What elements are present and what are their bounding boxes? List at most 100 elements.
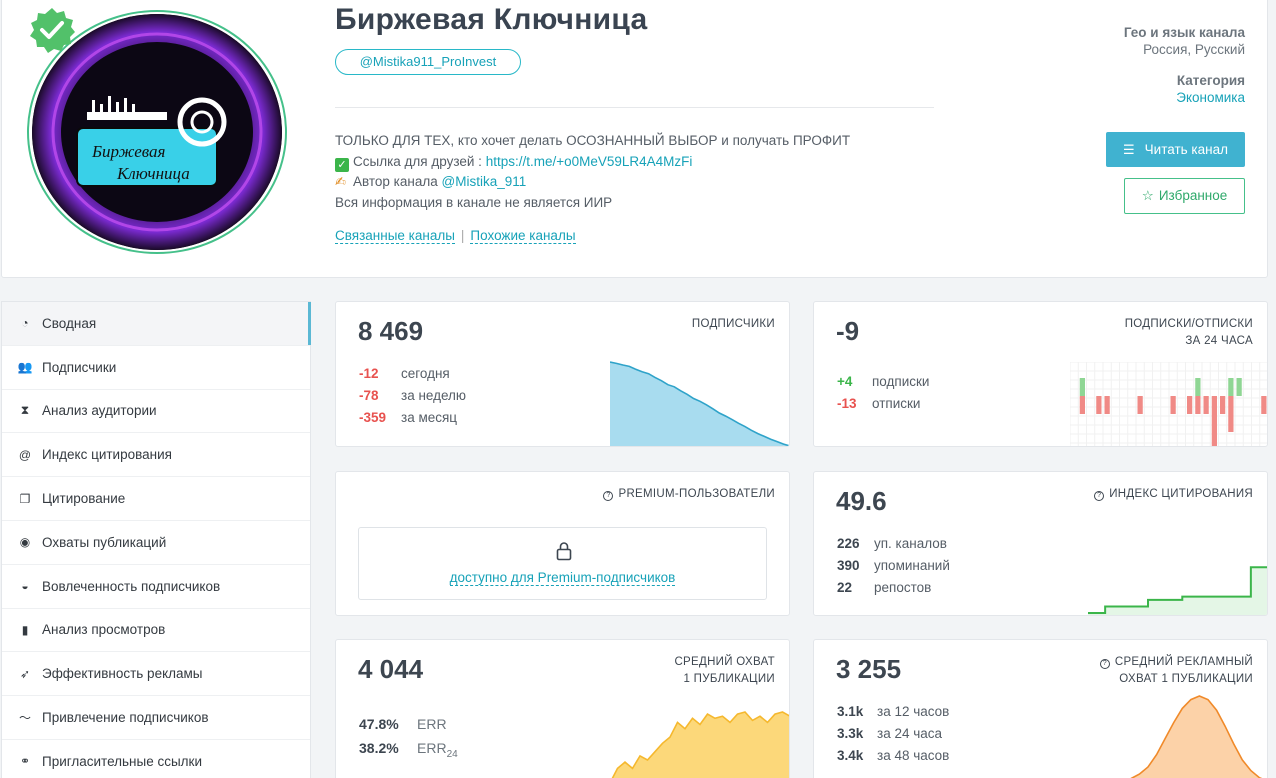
subs-unsubs-caption-line2: ЗА 24 ЧАСА: [1185, 335, 1253, 347]
unsubs-bar: [1211, 396, 1217, 446]
subscribers-month-value: -359: [359, 410, 387, 425]
related-links: Связанные каналы | Похожие каналы: [335, 228, 576, 244]
citation-reposts-label: репостов: [874, 580, 932, 595]
lock-icon: [556, 542, 572, 561]
read-channel-button[interactable]: ☰ Читать канал: [1106, 132, 1245, 167]
citation-caption: ? ИНДЕКС ЦИТИРОВАНИЯ: [1094, 486, 1253, 503]
sidebar-nav: ◔ Сводная 👥 Подписчики ⧗ Анализ аудитории @ Инд…: [1, 301, 311, 778]
ad-reach-12h-value: 3.1k: [837, 704, 864, 719]
sidebar-item-6[interactable]: ◉ Охваты публикаций: [2, 521, 310, 565]
favorite-label: Избранное: [1158, 188, 1228, 203]
related-channels-link[interactable]: Связанные каналы: [335, 228, 455, 244]
reach-chart: [611, 711, 789, 778]
err-value: 47.8%: [359, 716, 399, 732]
description-line-4: Вся информация в канале не является ИИР: [335, 194, 613, 210]
ad-reach-48h-value: 3.4k: [837, 748, 864, 763]
trend-icon: 〜: [18, 711, 31, 726]
category-link[interactable]: Экономика: [1124, 90, 1245, 105]
subs-unsubs-net: -9: [836, 316, 860, 346]
sidebar-item-2[interactable]: 👥 Подписчики: [2, 346, 310, 390]
citation-mentions-label: упоминаний: [874, 558, 950, 573]
premium-locked-link[interactable]: доступно для Premium-подписчиков: [449, 570, 676, 586]
info-icon[interactable]: ?: [1094, 491, 1105, 501]
description-line-1: ТОЛЬКО ДЛЯ ТЕХ, кто хочет делать ОСОЗНАН…: [335, 133, 851, 148]
sidebar-item-7[interactable]: ◒ Вовлеченность подписчиков: [2, 565, 310, 609]
reach-caption: СРЕДНИЙ ОХВАТ 1 ПУБЛИКАЦИИ: [674, 654, 775, 688]
sidebar-item-11[interactable]: ⚭ Пригласительные ссылки: [2, 740, 310, 778]
citation-index-value: 49.6: [836, 486, 887, 516]
bar-chart-icon: ▮: [21, 622, 29, 637]
subs-bar: [1195, 378, 1201, 396]
citation-index-chart: [1088, 528, 1267, 615]
sidebar-item-4[interactable]: @ Индекс цитирования: [2, 433, 310, 478]
premium-card: ? PREMIUM-ПОЛЬЗОВАТЕЛИ доступно для Premi…: [335, 471, 790, 616]
engagement-icon: ◒: [21, 579, 29, 594]
sidebar-item-label: Цитирование: [42, 491, 126, 507]
citation-reposts-value: 22: [837, 580, 853, 595]
friends-link[interactable]: https://t.me/+o0MeV59LR4A4MzFi: [486, 154, 693, 169]
category-label: Категория: [1176, 73, 1245, 88]
ad-reach-caption-line1-text: СРЕДНИЙ РЕКЛАМНЫЙ: [1114, 656, 1253, 668]
unsubs-bar: [1261, 396, 1267, 414]
geo-label: Гео и язык канала: [1123, 25, 1245, 40]
citation-channels-row: 226 уп. каналов: [837, 536, 947, 551]
writing-hand-icon: ✍: [335, 174, 346, 189]
check-mark-icon: ✓: [335, 157, 349, 172]
premium-caption: ? PREMIUM-ПОЛЬЗОВАТЕЛИ: [603, 486, 775, 503]
err-row: 47.8% ERR: [359, 716, 447, 732]
subscribers-today-value: -12: [359, 366, 379, 381]
users-icon: 👥: [17, 360, 33, 375]
unsubs-bar: [1228, 396, 1234, 432]
sidebar-item-8[interactable]: ▮ Анализ просмотров: [2, 609, 310, 653]
verified-badge-icon: [30, 8, 75, 53]
subs-unsubs-card: -9 ПОДПИСКИ/ОТПИСКИ ЗА 24 ЧАСА +4 подписки…: [813, 301, 1268, 447]
author-link[interactable]: @Mistika_911: [442, 174, 527, 189]
reach-caption-line2: 1 ПУБЛИКАЦИИ: [683, 673, 775, 685]
subscribers-week-value: -78: [359, 388, 379, 403]
description-line-2: ✓ Ссылка для друзей : https://t.me/+o0MeV…: [335, 152, 850, 173]
unsubs-label: отписки: [872, 396, 921, 411]
info-icon[interactable]: ?: [603, 491, 614, 501]
ad-reach-24h-row: 3.3k за 24 часа: [837, 726, 942, 741]
channel-username-link[interactable]: @Mistika911_ProInvest: [335, 49, 521, 75]
sidebar-item-5[interactable]: ❐ Цитирование: [2, 477, 310, 521]
subscribers-trend-chart: [610, 361, 789, 446]
sidebar-item-label: Сводная: [42, 315, 97, 331]
similar-channels-link[interactable]: Похожие каналы: [470, 228, 576, 244]
sidebar-item-1[interactable]: ◔ Сводная: [2, 302, 311, 346]
subs-unsubs-bar-chart: [1070, 362, 1267, 446]
info-icon[interactable]: ?: [1099, 659, 1110, 669]
err-label: ERR: [417, 716, 447, 732]
sidebar-item-label: Анализ аудитории: [42, 403, 157, 419]
subs-row: +4 подписки: [837, 374, 929, 389]
citation-mentions-value: 390: [837, 558, 860, 573]
channel-title: Биржевая Ключница: [335, 3, 648, 36]
ad-reach-12h-label: за 12 часов: [877, 704, 950, 719]
unsubs-bar: [1104, 396, 1110, 414]
ad-reach-caption: ? СРЕДНИЙ РЕКЛАМНЫЙ ОХВАТ 1 ПУБЛИКАЦИИ: [1099, 654, 1253, 688]
rocket-icon: ➶: [19, 666, 31, 681]
unsubs-bar: [1137, 396, 1143, 414]
err24-value: 38.2%: [359, 740, 399, 756]
subscribers-series-area: [610, 362, 789, 446]
read-channel-label: Читать канал: [1144, 142, 1228, 157]
sidebar-item-label: Анализ просмотров: [42, 622, 166, 638]
geo-value: Россия, Русский: [1143, 42, 1245, 57]
favorite-button[interactable]: ☆ Избранное: [1124, 178, 1245, 214]
sidebar-item-label: Вовлеченность подписчиков: [42, 578, 221, 594]
unsubs-bar: [1096, 396, 1102, 414]
ad-reach-48h-row: 3.4k за 48 часов: [837, 748, 949, 763]
ad-reach-series-area: [1132, 696, 1261, 778]
link-icon: ⚭: [19, 754, 31, 769]
author-label: Автор канала: [353, 174, 442, 189]
sidebar-item-9[interactable]: ➶ Эффективность рекламы: [2, 652, 310, 697]
subscribers-caption: ПОДПИСЧИКИ: [691, 318, 775, 330]
friends-link-label: Ссылка для друзей :: [353, 153, 486, 169]
sidebar-item-label: Подписчики: [42, 359, 117, 375]
citation-caption-text: ИНДЕКС ЦИТИРОВАНИЯ: [1109, 488, 1253, 500]
sidebar-item-10[interactable]: 〜 Привлечение подписчиков: [2, 696, 310, 740]
sidebar-item-3[interactable]: ⧗ Анализ аудитории: [2, 390, 310, 434]
reach-card: 4 044 СРЕДНИЙ ОХВАТ 1 ПУБЛИКАЦИИ 47.8% ERR…: [335, 639, 790, 778]
related-separator: |: [460, 228, 465, 243]
ad-reach-48h-label: за 48 часов: [877, 748, 950, 763]
